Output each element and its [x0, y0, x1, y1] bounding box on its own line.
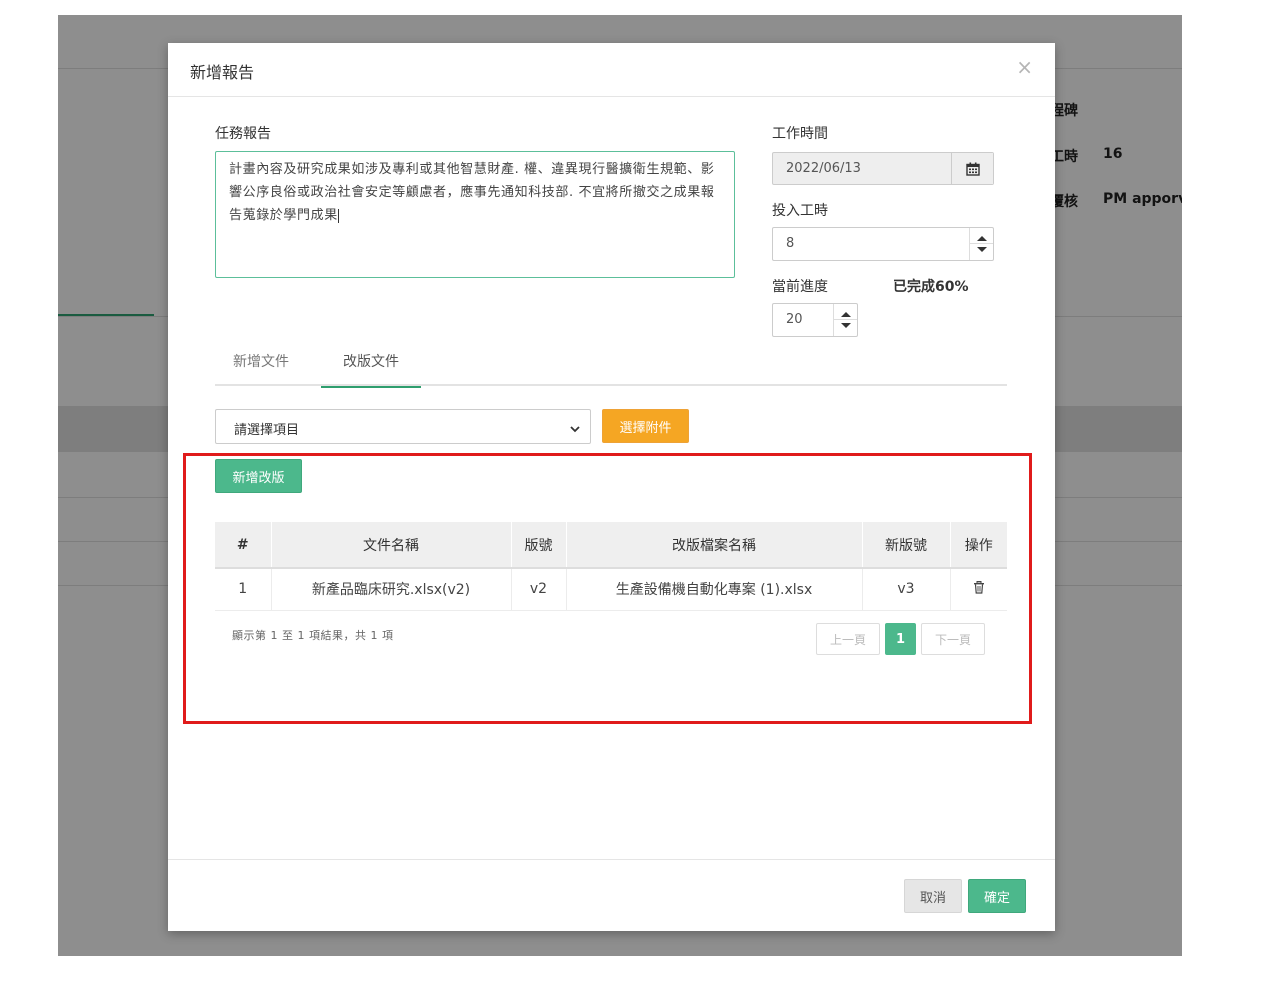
cell-actions [950, 568, 1007, 611]
column-header-doc-name: 文件名稱 [271, 522, 512, 569]
document-tabs: 新增文件 改版文件 [215, 345, 1007, 388]
task-report-textarea[interactable]: 計畫內容及研究成果如涉及專利或其他智慧財產. 權、違異現行醫擴衛生規範、影響公序… [215, 151, 735, 278]
work-time-label: 工作時間 [772, 126, 828, 142]
tab-revised-document[interactable]: 改版文件 [321, 345, 421, 388]
task-report-text: 計畫內容及研究成果如涉及專利或其他智慧財產. 權、違異現行醫擴衛生規範、影響公序… [229, 162, 715, 223]
modal-title: 新增報告 [190, 63, 255, 82]
progress-value: 20 [786, 312, 803, 327]
hours-label: 投入工時 [772, 203, 828, 219]
next-page-button[interactable]: 下一頁 [921, 623, 985, 655]
decrement-icon[interactable] [841, 323, 851, 328]
modal-header: 新增報告 × [168, 43, 1055, 97]
item-select[interactable]: 請選擇項目 [215, 409, 591, 444]
cell-version: v2 [511, 568, 567, 611]
progress-spinner[interactable] [833, 304, 857, 336]
task-report-label: 任務報告 [215, 126, 271, 142]
add-report-modal: 新增報告 × 任務報告 計畫內容及研究成果如涉及專利或其他智慧財產. 權、違異現… [168, 43, 1055, 931]
progress-stepper[interactable]: 20 [772, 303, 858, 337]
column-header-actions: 操作 [950, 522, 1007, 569]
progress-done-text: 已完成60% [893, 279, 969, 295]
cell-revision-file: 生產設備機自動化專案 (1).xlsx [566, 568, 863, 611]
hours-stepper[interactable]: 8 [772, 227, 994, 261]
item-select-value: 請選擇項目 [234, 423, 300, 438]
column-header-number: # [215, 522, 272, 569]
table-row: 1 新產品臨床研究.xlsx(v2) v2 生產設備機自動化專案 (1).xls… [215, 568, 1007, 611]
close-icon[interactable]: × [1016, 57, 1033, 77]
chevron-down-icon [569, 420, 581, 439]
column-header-revision-file: 改版檔案名稱 [566, 522, 863, 569]
spinner-divider [970, 243, 993, 244]
column-header-new-version: 新版號 [862, 522, 951, 569]
choose-attachment-button[interactable]: 選擇附件 [602, 409, 689, 443]
confirm-button[interactable]: 確定 [968, 879, 1026, 913]
cell-doc-name: 新產品臨床研究.xlsx(v2) [271, 568, 512, 611]
progress-label: 當前進度 [772, 279, 828, 295]
column-header-version: 版號 [511, 522, 567, 569]
table-header-row: # 文件名稱 版號 改版檔案名稱 新版號 操作 [215, 522, 1007, 569]
hours-spinner[interactable] [969, 228, 993, 260]
spinner-divider [834, 319, 857, 320]
cell-new-version: v3 [862, 568, 951, 611]
work-date-field[interactable]: 2022/06/13 [772, 152, 994, 185]
decrement-icon[interactable] [977, 247, 987, 252]
cell-number: 1 [215, 568, 272, 611]
increment-icon[interactable] [977, 236, 987, 241]
cancel-button[interactable]: 取消 [904, 879, 962, 913]
footer-divider [168, 859, 1055, 860]
work-date-value: 2022/06/13 [786, 161, 861, 176]
trash-icon[interactable] [973, 580, 985, 598]
pagination-info: 顯示第 1 至 1 項結果，共 1 項 [232, 629, 394, 642]
calendar-icon[interactable] [951, 153, 993, 184]
hours-value: 8 [786, 236, 795, 251]
add-revision-button[interactable]: 新增改版 [215, 459, 302, 493]
tab-new-document[interactable]: 新增文件 [215, 345, 307, 386]
text-cursor [337, 208, 339, 223]
page-1-button[interactable]: 1 [885, 623, 916, 655]
prev-page-button[interactable]: 上一頁 [816, 623, 880, 655]
revision-table: # 文件名稱 版號 改版檔案名稱 新版號 操作 1 新產品臨床研究.xlsx(v… [215, 522, 1007, 611]
increment-icon[interactable] [841, 312, 851, 317]
